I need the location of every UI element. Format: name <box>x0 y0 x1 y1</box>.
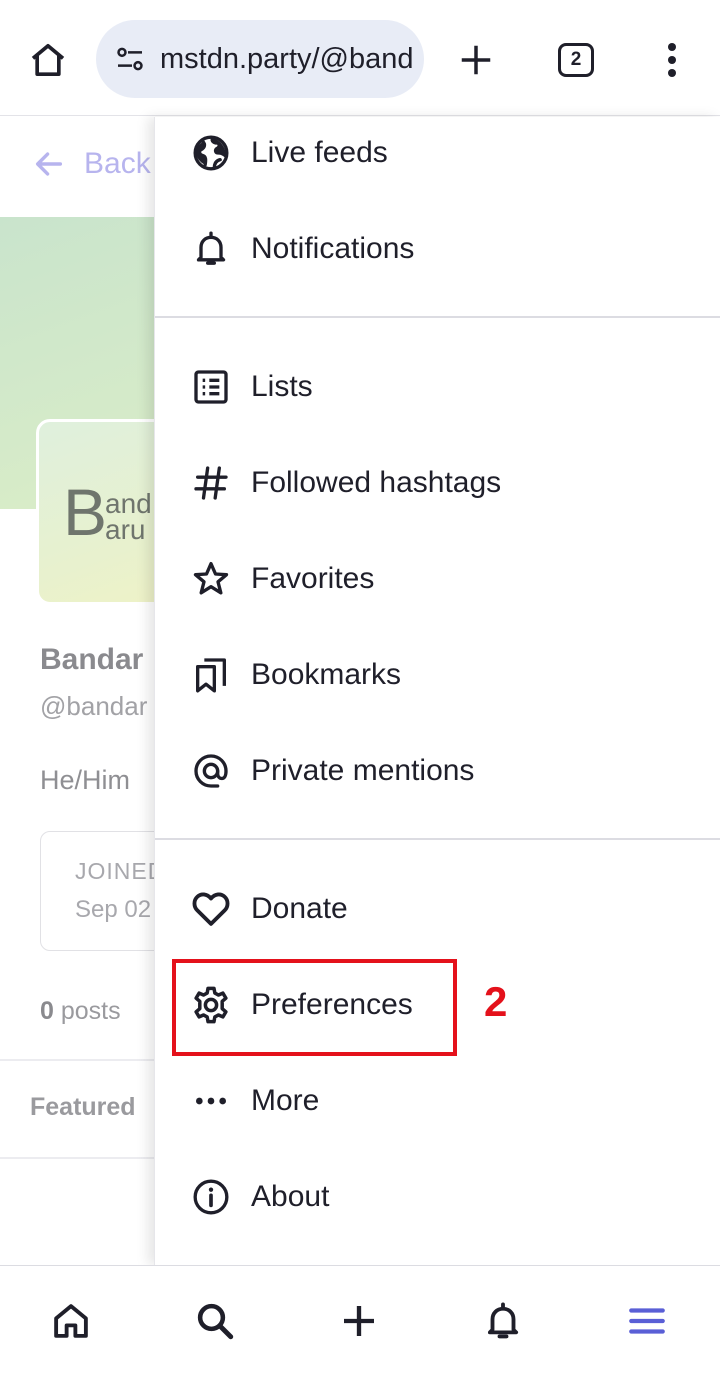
tab-count: 2 <box>558 43 594 77</box>
menu-item-label: Followed hashtags <box>251 466 502 499</box>
home-icon[interactable] <box>24 36 72 84</box>
info-icon <box>189 1175 233 1219</box>
avatar-text-2: aru <box>105 514 146 545</box>
site-settings-icon[interactable] <box>110 39 150 79</box>
notifications-icon[interactable] <box>478 1296 528 1346</box>
back-link[interactable]: Back <box>32 147 151 181</box>
menu-item-more[interactable]: More <box>155 1061 720 1141</box>
menu-item-label: Donate <box>251 892 348 925</box>
menu-divider <box>155 316 720 318</box>
menu-item-private-mentions[interactable]: Private mentions <box>155 731 720 811</box>
menu-item-label: Lists <box>251 370 313 403</box>
posts-count[interactable]: 0 posts <box>40 997 121 1026</box>
posts-number: 0 <box>40 997 54 1025</box>
bookmarks-icon <box>189 653 233 697</box>
compose-icon[interactable] <box>334 1296 384 1346</box>
menu-item-live-feeds[interactable]: Live feeds <box>155 113 720 193</box>
bell-icon <box>189 227 233 271</box>
navigation-drawer: Live feeds Notifications Lists Followed … <box>154 117 720 1265</box>
tab-featured[interactable]: Featured <box>30 1093 136 1122</box>
profile-handle: @bandar <box>40 691 148 721</box>
menu-item-notifications[interactable]: Notifications <box>155 209 720 289</box>
avatar-initial: B <box>63 475 108 549</box>
browser-toolbar: mstdn.party/@band 2 <box>0 0 720 116</box>
highlight-box <box>172 959 457 1056</box>
hashtag-icon <box>189 461 233 505</box>
menu-item-bookmarks[interactable]: Bookmarks <box>155 635 720 715</box>
menu-item-favorites[interactable]: Favorites <box>155 539 720 619</box>
back-label: Back <box>84 147 151 180</box>
arrow-left-icon <box>35 152 63 176</box>
posts-label: posts <box>60 997 121 1025</box>
more-icon <box>189 1079 233 1123</box>
new-tab-icon[interactable] <box>452 36 500 84</box>
menu-icon[interactable] <box>622 1296 672 1346</box>
annotation-number: 2 <box>484 978 508 1025</box>
profile-bio: He/Him <box>40 765 131 795</box>
menu-item-label: Notifications <box>251 232 415 265</box>
menu-item-label: Private mentions <box>251 754 475 787</box>
search-icon[interactable] <box>190 1296 240 1346</box>
address-bar[interactable]: mstdn.party/@band <box>96 20 424 98</box>
tab-switcher-icon[interactable]: 2 <box>552 36 600 84</box>
url-text: mstdn.party/@band <box>160 42 414 75</box>
menu-item-label: More <box>251 1084 320 1117</box>
heart-icon <box>189 887 233 931</box>
menu-item-label: About <box>251 1180 330 1213</box>
menu-divider <box>155 838 720 840</box>
star-icon <box>189 557 233 601</box>
menu-item-donate[interactable]: Donate <box>155 869 720 949</box>
menu-item-about[interactable]: About <box>155 1157 720 1237</box>
joined-label: JOINED <box>75 858 166 884</box>
at-icon <box>189 749 233 793</box>
menu-item-followed-hashtags[interactable]: Followed hashtags <box>155 443 720 523</box>
menu-item-label: Favorites <box>251 562 375 595</box>
menu-item-label: Live feeds <box>251 136 388 169</box>
globe-icon <box>189 131 233 175</box>
menu-item-label: Bookmarks <box>251 658 402 691</box>
joined-date: Sep 02 <box>75 896 152 923</box>
profile-name: Bandar <box>40 643 144 676</box>
menu-item-lists[interactable]: Lists <box>155 347 720 427</box>
home-icon[interactable] <box>46 1296 96 1346</box>
bottom-navigation <box>0 1265 720 1373</box>
overflow-menu-icon[interactable] <box>648 36 696 84</box>
list-icon <box>189 365 233 409</box>
